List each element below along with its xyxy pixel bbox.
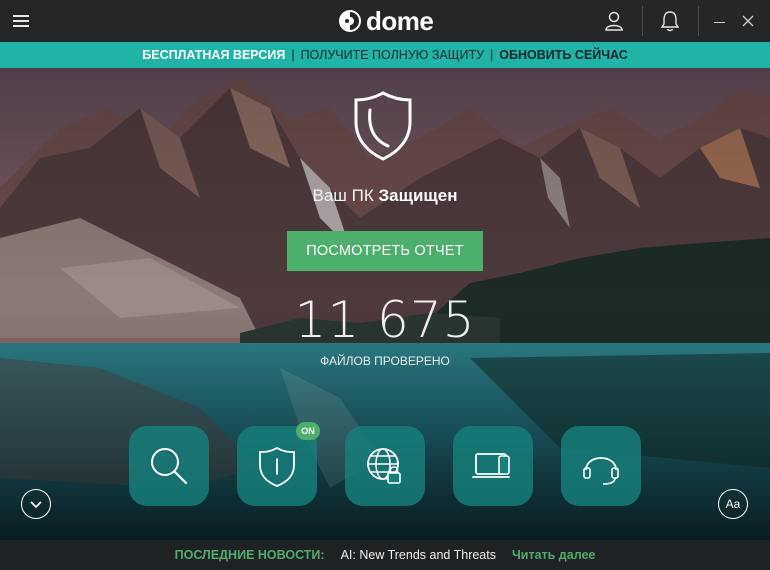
search-icon [151, 448, 188, 485]
status-prefix: Ваш ПК [312, 186, 374, 205]
logo-text: dome [366, 6, 434, 36]
scan-tile[interactable] [129, 426, 209, 506]
shield-icon [259, 446, 295, 487]
promo-bar: БЕСПЛАТНАЯ ВЕРСИЯ | ПОЛУЧИТЕ ПОЛНУЮ ЗАЩИ… [0, 42, 770, 68]
title-separator [698, 6, 699, 36]
font-size-button[interactable]: Aa [718, 489, 748, 519]
status-state: Защищен [378, 186, 458, 205]
upgrade-now-link[interactable]: ОБНОВИТЬ СЕЙЧАС [499, 48, 627, 62]
font-size-label: Aa [725, 497, 741, 511]
main-panel: Ваш ПК Защищен ПОСМОТРЕТЬ ОТЧЕТ 11 675 Ф… [0, 68, 770, 540]
on-badge: ON [296, 422, 320, 440]
title-separator [642, 6, 643, 36]
promo-separator: | [490, 48, 494, 62]
support-tile[interactable] [561, 426, 641, 506]
user-icon[interactable] [598, 6, 630, 36]
files-scanned-label: ФАЙЛОВ ПРОВЕРЕНО [320, 354, 450, 368]
protected-shield-icon [354, 91, 412, 161]
chevron-down-icon[interactable] [21, 489, 51, 519]
free-version-label: БЕСПЛАТНАЯ ВЕРСИЯ [142, 48, 286, 62]
close-icon[interactable] [736, 8, 760, 34]
app-logo: dome [338, 6, 434, 36]
read-more-link[interactable]: Читать далее [512, 548, 595, 562]
headset-icon [583, 457, 619, 485]
antivirus-tile[interactable]: ON [237, 422, 320, 506]
news-label: ПОСЛЕДНИЕ НОВОСТИ: [174, 548, 325, 562]
globe-lock-icon [367, 448, 401, 484]
bell-icon[interactable] [654, 6, 686, 36]
get-full-protection-label: ПОЛУЧИТЕ ПОЛНУЮ ЗАЩИТУ [300, 48, 485, 62]
news-headline[interactable]: AI: New Trends and Threats [341, 548, 496, 562]
devices-icon [472, 453, 510, 478]
web-protection-tile[interactable] [345, 426, 425, 506]
files-scanned-count: 11 675 [294, 291, 476, 349]
minimize-icon[interactable] [708, 8, 732, 34]
protection-status: Ваш ПК Защищен [0, 186, 770, 206]
hamburger-icon[interactable] [8, 10, 34, 32]
dome-logo-icon [339, 10, 361, 32]
devices-tile[interactable] [453, 426, 533, 506]
view-report-button[interactable]: ПОСМОТРЕТЬ ОТЧЕТ [287, 231, 483, 271]
module-tiles: ON [0, 422, 770, 506]
title-bar: dome [0, 0, 770, 42]
promo-separator: | [291, 48, 295, 62]
news-bar: ПОСЛЕДНИЕ НОВОСТИ: AI: New Trends and Th… [0, 540, 770, 570]
